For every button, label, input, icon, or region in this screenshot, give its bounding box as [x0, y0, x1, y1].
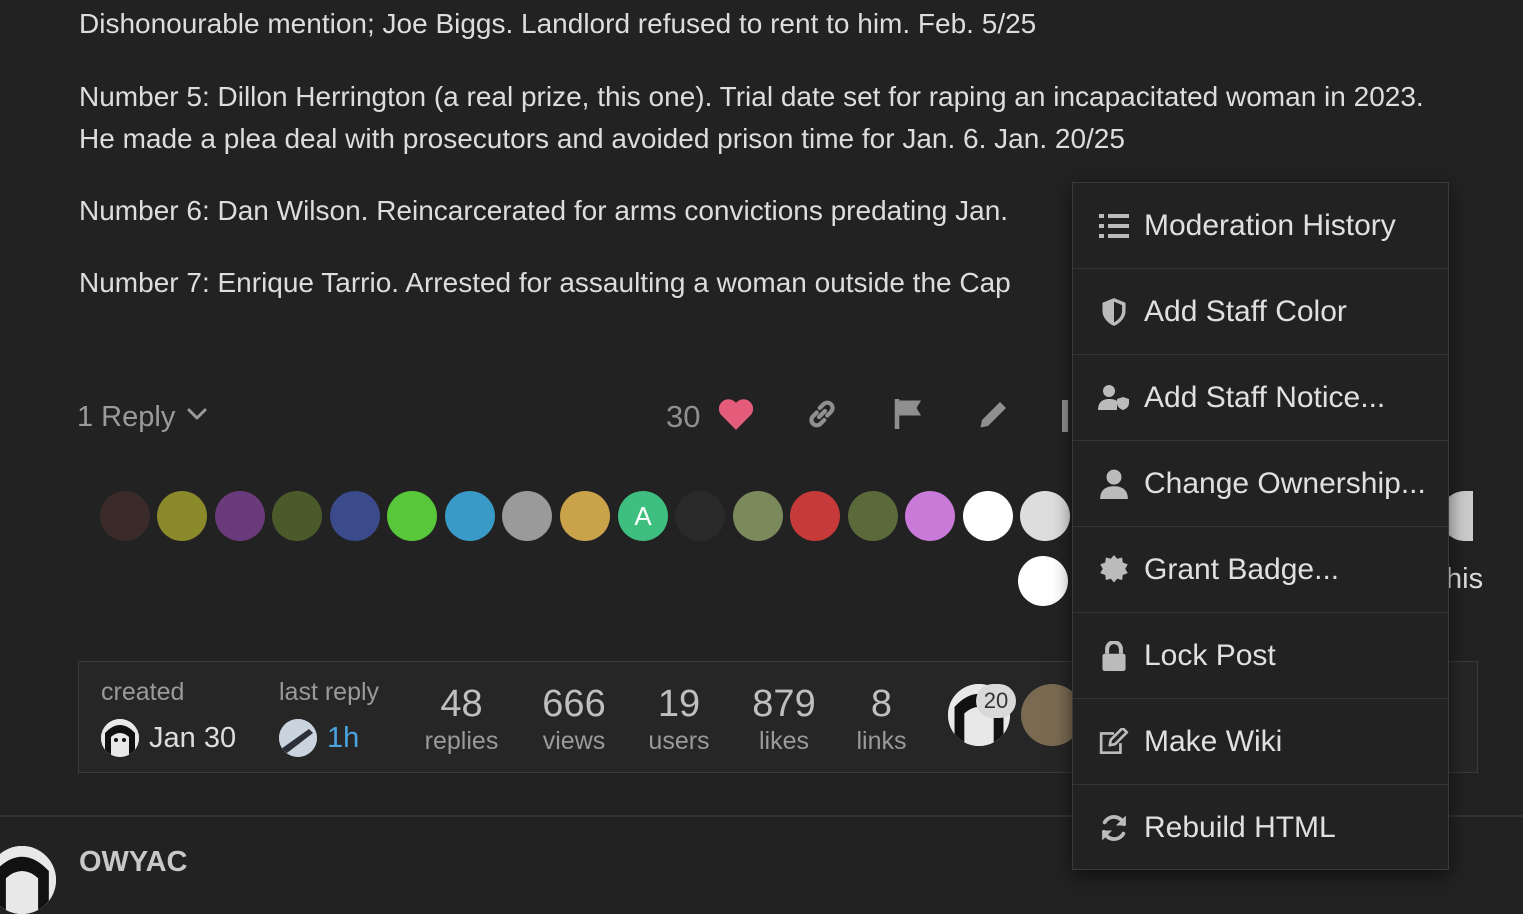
last-reply-avatar[interactable] [279, 719, 317, 757]
user-avatar[interactable] [733, 491, 783, 541]
change-ownership-item[interactable]: Change Ownership... [1073, 441, 1448, 527]
copy-link-button[interactable] [802, 396, 842, 436]
user-avatar[interactable] [963, 491, 1013, 541]
menu-item-label: Rebuild HTML [1144, 811, 1336, 844]
show-replies-button[interactable]: 1 Reply [77, 392, 209, 442]
stat-users: 19 users [639, 682, 719, 756]
stat-label: views [542, 727, 606, 755]
chevron-down-icon [185, 401, 209, 434]
user-avatar[interactable] [560, 491, 610, 541]
reply-count-label: 1 Reply [77, 400, 176, 433]
menu-item-label: Make Wiki [1144, 724, 1283, 758]
add-staff-color-item[interactable]: Add Staff Color [1073, 269, 1448, 355]
lock-icon [1098, 640, 1130, 672]
user-avatar[interactable] [272, 491, 322, 541]
user-avatar[interactable] [445, 491, 495, 541]
user-icon [1098, 468, 1130, 500]
stat-links: 8 links [844, 682, 919, 756]
stat-label: likes [758, 727, 809, 755]
rebuild-html-item[interactable]: Rebuild HTML [1073, 785, 1448, 871]
participant-post-count-badge: 20 [976, 684, 1016, 718]
user-avatar[interactable] [330, 491, 380, 541]
next-post-username[interactable]: OWYAC [79, 846, 188, 879]
user-avatar[interactable] [848, 491, 898, 541]
created-date[interactable]: Jan 30 [149, 722, 236, 755]
user-avatar[interactable] [790, 491, 840, 541]
add-staff-notice-item[interactable]: Add Staff Notice... [1073, 355, 1448, 441]
stat-number: 8 [870, 683, 893, 725]
menu-item-label: Change Ownership... [1144, 466, 1426, 500]
stat-likes: 879 likes [744, 682, 824, 756]
user-avatar[interactable] [387, 491, 437, 541]
grant-badge-item[interactable]: Grant Badge... [1073, 527, 1448, 613]
stat-number: 19 [657, 683, 701, 725]
user-avatar[interactable] [157, 491, 207, 541]
list-icon [1098, 210, 1130, 242]
pencil-icon [976, 396, 1012, 437]
user-avatar[interactable] [502, 491, 552, 541]
like-count[interactable]: 30 [666, 396, 700, 438]
creator-avatar[interactable] [101, 719, 139, 757]
last-reply-label: last reply [279, 678, 380, 706]
created-label: created [101, 678, 185, 706]
sync-icon [1098, 812, 1130, 844]
stat-replies: 48 replies [419, 682, 504, 756]
user-avatar[interactable] [675, 491, 725, 541]
moderation-history-item[interactable]: Moderation History [1073, 183, 1448, 269]
stat-number: 48 [440, 683, 483, 725]
make-wiki-item[interactable]: Make Wiki [1073, 699, 1448, 785]
partial-text: his [1446, 563, 1484, 595]
menu-item-label: Moderation History [1144, 208, 1396, 242]
admin-actions-menu: Moderation History Add Staff Color Add S… [1072, 182, 1449, 870]
link-icon [804, 396, 840, 437]
menu-item-label: Add Staff Color [1144, 294, 1347, 328]
user-avatar[interactable] [1018, 556, 1068, 606]
last-reply-time[interactable]: 1h [327, 722, 359, 755]
post-paragraph: Dishonourable mention; Joe Biggs. Landlo… [79, 8, 1037, 39]
avatar-letter: A [634, 500, 652, 531]
stat-number: 879 [752, 683, 816, 725]
menu-item-label: Add Staff Notice... [1144, 380, 1386, 414]
flag-button[interactable] [889, 396, 929, 436]
certificate-icon [1098, 554, 1130, 586]
stat-label: links [856, 727, 907, 755]
bookmark-icon [1062, 400, 1068, 432]
edit-icon [1098, 726, 1130, 758]
post-paragraph: Number 5: Dillon Herrington (a real priz… [79, 81, 1424, 154]
stat-views: 666 views [534, 682, 614, 756]
more-actions-partial[interactable] [1058, 396, 1072, 436]
stat-label: replies [424, 727, 499, 755]
lock-post-item[interactable]: Lock Post [1073, 613, 1448, 699]
menu-item-label: Grant Badge... [1144, 552, 1340, 586]
menu-item-label: Lock Post [1144, 638, 1276, 672]
edit-button[interactable] [974, 396, 1014, 436]
stat-number: 666 [542, 683, 606, 725]
stat-label: users [648, 727, 710, 755]
user-avatar[interactable] [215, 491, 265, 541]
user-shield-icon [1098, 382, 1130, 414]
flag-icon [891, 396, 927, 437]
heart-icon [717, 396, 755, 437]
like-button[interactable] [716, 396, 756, 436]
user-avatar[interactable] [905, 491, 955, 541]
user-avatar[interactable]: A [618, 491, 668, 541]
user-avatar[interactable] [100, 491, 150, 541]
shield-icon [1098, 296, 1130, 328]
next-post-avatar[interactable] [0, 846, 56, 914]
user-avatar[interactable] [1020, 491, 1070, 541]
